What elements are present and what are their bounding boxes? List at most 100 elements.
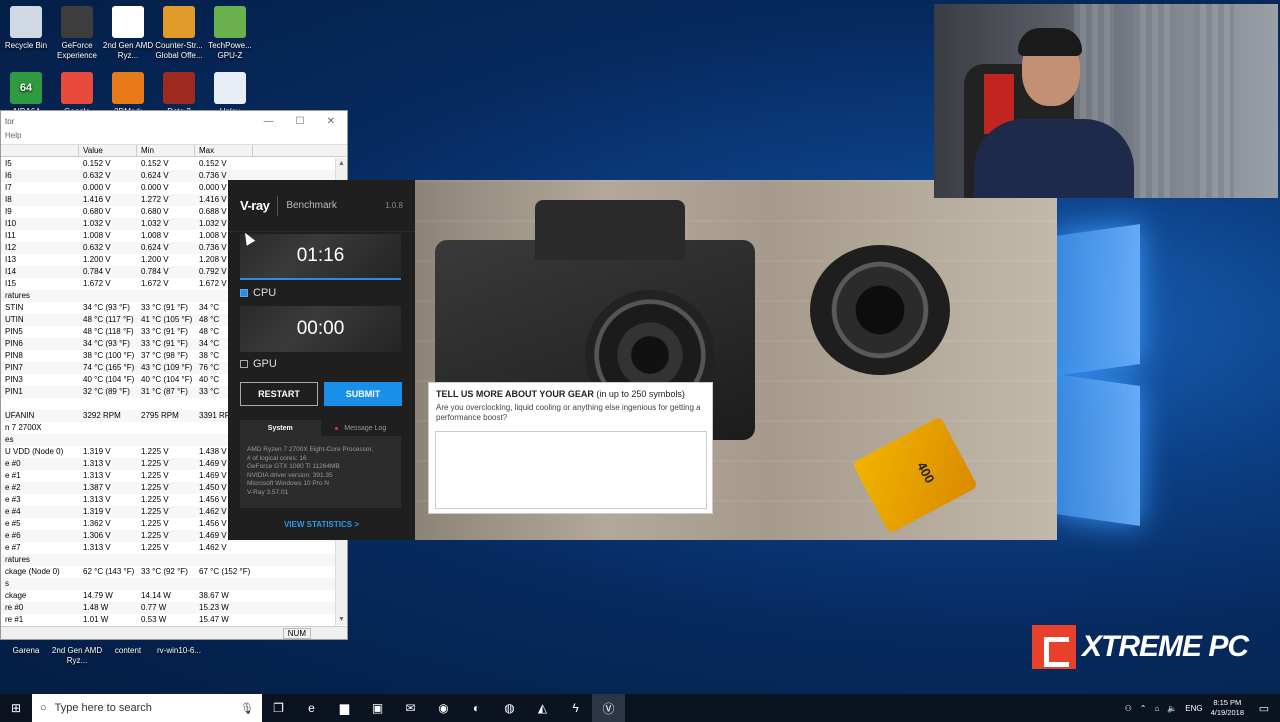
volume-icon[interactable]: 🔈 xyxy=(1167,704,1177,713)
table-cell: 32 °C (89 °F) xyxy=(83,387,130,396)
table-cell: 1.225 V xyxy=(141,495,169,504)
scroll-down-icon[interactable]: ▼ xyxy=(338,616,345,623)
minimize-icon[interactable]: — xyxy=(264,116,274,127)
table-row[interactable]: s xyxy=(1,578,335,590)
steam-icon[interactable]: ◐ xyxy=(460,694,493,722)
microphone-icon[interactable]: 🎙 xyxy=(240,702,254,715)
flash-icon[interactable]: ϟ xyxy=(559,694,592,722)
table-cell: 3292 RPM xyxy=(83,411,121,420)
col-value[interactable]: Value xyxy=(79,145,137,156)
desktop-icon[interactable]: content xyxy=(102,646,154,656)
table-cell: 62 °C (143 °F) xyxy=(83,567,135,576)
gear-form-title: TELL US MORE ABOUT YOUR GEAR (in up to 2… xyxy=(436,389,705,399)
table-cell xyxy=(79,422,137,434)
dota2-icon xyxy=(163,72,195,104)
close-icon[interactable]: ✕ xyxy=(327,116,335,127)
table-cell: I5 xyxy=(5,159,12,168)
desktop-icon-label: 2nd Gen AMD Ryz... xyxy=(51,646,103,665)
table-cell: 14.14 W xyxy=(141,591,171,600)
tab-system[interactable]: System xyxy=(240,420,321,436)
action-center-icon[interactable]: ▭ xyxy=(1252,702,1276,715)
start-button[interactable]: ⊞ xyxy=(0,694,32,722)
table-cell: e #0 xyxy=(5,459,21,468)
table-cell: 1.319 V xyxy=(83,447,111,456)
tab-message-log[interactable]: Message Log xyxy=(321,420,402,436)
table-cell: 1.672 V xyxy=(141,279,169,288)
hwmonitor-titlebar[interactable]: tor — ☐ ✕ xyxy=(1,111,347,131)
desktop-icon[interactable]: Recycle Bin xyxy=(0,6,52,51)
submit-button[interactable]: SUBMIT xyxy=(324,382,402,406)
3dmark-taskbar-icon[interactable]: ◭ xyxy=(526,694,559,722)
network-app-icon[interactable]: ◉ xyxy=(427,694,460,722)
gpu-checkbox[interactable]: GPU xyxy=(240,358,277,370)
table-cell: I12 xyxy=(5,243,17,252)
alert-dot-icon xyxy=(335,426,339,430)
table-cell xyxy=(195,578,253,590)
people-icon[interactable]: ⚇ xyxy=(1125,704,1132,713)
table-cell: e #3 xyxy=(5,495,21,504)
vray-taskbar-icon[interactable]: Ⓥ xyxy=(592,694,625,722)
table-cell: 48 °C (118 °F) xyxy=(83,327,134,336)
system-tray: ⚇ ⌃ ⌂ 🔈 ENG 8:15 PM 4/19/2018 ▭ xyxy=(1125,698,1280,718)
file-explorer-icon[interactable]: ▆ xyxy=(328,694,361,722)
desktop-icon-label: Recycle Bin xyxy=(4,41,48,50)
table-cell: I13 xyxy=(5,255,17,264)
task-view-icon[interactable]: ❐ xyxy=(262,694,295,722)
table-row[interactable]: e #7 1.313 V 1.225 V 1.462 V xyxy=(1,542,335,554)
store-icon[interactable]: ▣ xyxy=(361,694,394,722)
table-cell: PIN8 xyxy=(5,351,23,360)
mail-icon[interactable]: ✉ xyxy=(394,694,427,722)
language-indicator[interactable]: ENG xyxy=(1185,704,1202,713)
vray-header: V-ray Benchmark 1.0.8 xyxy=(228,180,415,232)
uplay-icon xyxy=(214,72,246,104)
gear-textarea[interactable] xyxy=(435,431,707,509)
desktop-icon-label: rv-win10-6... xyxy=(156,646,201,655)
desktop-icon[interactable]: Counter-Str... Global Offe... xyxy=(153,6,205,61)
scroll-up-icon[interactable]: ▲ xyxy=(338,160,345,167)
system-info: AMD Ryzen 7 2700X Eight-Core Processor, #… xyxy=(240,436,401,508)
maximize-icon[interactable]: ☐ xyxy=(296,116,305,127)
table-row[interactable]: re #0 1.48 W 0.77 W 15.23 W xyxy=(1,602,335,614)
table-cell: 1.362 V xyxy=(83,519,111,528)
table-cell xyxy=(79,434,137,446)
col-min[interactable]: Min xyxy=(137,145,195,156)
table-row[interactable]: ckage (Node 0) 62 °C (143 °F) 33 °C (92 °F… xyxy=(1,566,335,578)
menu-help[interactable]: Help xyxy=(1,131,347,145)
desktop-icon[interactable]: GeForce Experience xyxy=(51,6,103,61)
desktop-icon-label: Counter-Str... Global Offe... xyxy=(155,41,203,60)
restart-button[interactable]: RESTART xyxy=(240,382,318,406)
pdf-icon xyxy=(112,6,144,38)
taskbar-clock[interactable]: 8:15 PM 4/19/2018 xyxy=(1211,698,1244,718)
desktop-icon[interactable]: 2nd Gen AMD Ryz... xyxy=(102,6,154,61)
table-row[interactable]: ckage 14.79 W 14.14 W 38.67 W xyxy=(1,590,335,602)
col-sensor[interactable] xyxy=(1,145,79,156)
edge-icon[interactable]: e xyxy=(295,694,328,722)
table-cell: UFANIN xyxy=(5,411,35,420)
desktop-icon[interactable]: rv-win10-6... xyxy=(153,646,205,656)
table-cell: 15.47 W xyxy=(199,615,229,624)
cpu-checkbox[interactable]: CPU xyxy=(240,287,276,299)
col-max[interactable]: Max xyxy=(195,145,253,156)
uplay-taskbar-icon[interactable]: ◍ xyxy=(493,694,526,722)
table-cell: 1.008 V xyxy=(141,231,169,240)
table-row[interactable]: I5 0.152 V 0.152 V 0.152 V xyxy=(1,158,335,170)
desktop-icon[interactable]: Garena xyxy=(0,646,52,656)
table-cell: 1.225 V xyxy=(141,507,169,516)
show-hidden-icons-icon[interactable]: ⌃ xyxy=(1140,704,1147,713)
table-cell: PIN1 xyxy=(5,387,23,396)
network-icon[interactable]: ⌂ xyxy=(1154,704,1159,713)
desktop-icon[interactable]: 2nd Gen AMD Ryz... xyxy=(51,646,103,666)
desktop-icon[interactable]: TechPowe... GPU-Z xyxy=(204,6,256,61)
table-header: Value Min Max xyxy=(1,145,347,157)
table-cell: 0.152 V xyxy=(83,159,111,168)
table-cell: 1.200 V xyxy=(83,255,111,264)
table-row[interactable]: re #1 1.01 W 0.53 W 15.47 W xyxy=(1,614,335,626)
table-cell xyxy=(137,398,195,410)
table-cell: 1.313 V xyxy=(83,495,111,504)
table-cell: 1.01 W xyxy=(83,615,109,624)
table-row[interactable]: ratures xyxy=(1,554,335,566)
taskbar-search[interactable]: ○ Type here to search 🎙 xyxy=(32,694,262,722)
table-cell: 1.416 V xyxy=(83,195,111,204)
table-cell: 1.225 V xyxy=(141,471,169,480)
view-statistics-link[interactable]: VIEW STATISTICS > xyxy=(228,520,415,529)
